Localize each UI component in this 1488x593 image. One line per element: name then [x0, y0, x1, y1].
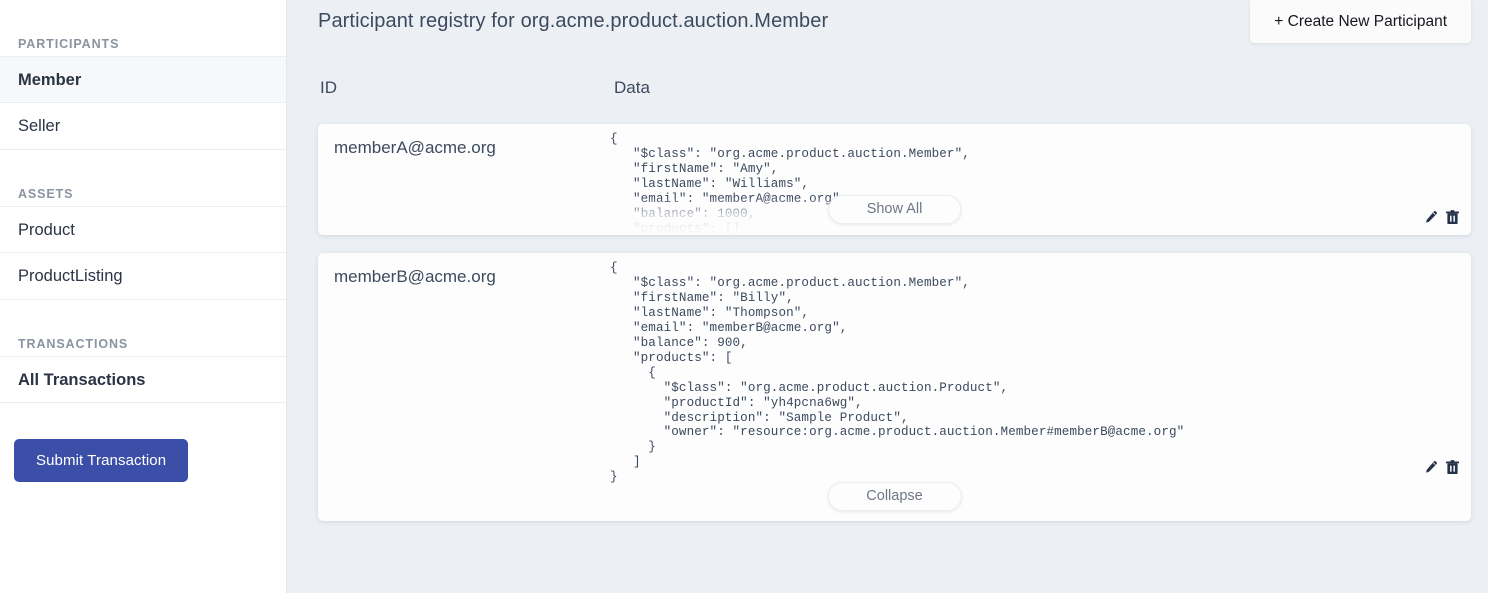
sidebar-item-all-transactions[interactable]: All Transactions — [0, 356, 286, 403]
sidebar-item-label: Seller — [18, 117, 61, 135]
row-actions-inner — [1424, 209, 1459, 225]
participant-list: memberA@acme.org { "$class": "org.acme.p… — [318, 124, 1471, 539]
table-row-inner: memberB@acme.org { "$class": "org.acme.p… — [318, 253, 1471, 485]
pencil-icon[interactable] — [1424, 209, 1438, 225]
sidebar-section-participants-title: PARTICIPANTS — [18, 37, 120, 51]
participant-id: memberB@acme.org — [334, 267, 496, 286]
participant-data-cell: { "$class": "org.acme.product.auction.Me… — [610, 253, 1399, 485]
sidebar-item-member[interactable]: Member — [0, 56, 286, 103]
row-actions-inner — [1424, 459, 1459, 475]
sidebar-item-label: ProductListing — [18, 267, 123, 285]
sidebar: PARTICIPANTS Member Seller ASSETS Produc… — [0, 0, 287, 593]
sidebar-item-label: All Transactions — [18, 371, 146, 389]
table-row: memberB@acme.org { "$class": "org.acme.p… — [318, 253, 1471, 522]
participant-data-cell: { "$class": "org.acme.product.auction.Me… — [610, 124, 1399, 235]
submit-transaction-button[interactable]: Submit Transaction — [14, 439, 189, 482]
sidebar-item-label: Product — [18, 221, 75, 239]
sidebar-section-assets-title: ASSETS — [18, 187, 74, 201]
main-content: Participant registry for org.acme.produc… — [287, 0, 1488, 593]
column-header-data: Data — [614, 78, 650, 97]
trash-icon[interactable] — [1445, 209, 1459, 225]
table-row: memberA@acme.org { "$class": "org.acme.p… — [318, 124, 1471, 235]
page-title: Participant registry for org.acme.produc… — [318, 10, 829, 32]
row-toggle-wrap: Collapse — [318, 482, 1471, 521]
sidebar-item-product[interactable]: Product — [0, 206, 286, 253]
participant-id: memberA@acme.org — [334, 138, 496, 157]
submit-transaction-wrap: Submit Transaction — [0, 403, 286, 482]
sidebar-item-label: Member — [18, 71, 82, 89]
pencil-icon[interactable] — [1424, 459, 1438, 475]
collapse-button[interactable]: Collapse — [827, 482, 962, 512]
column-header-id: ID — [320, 78, 337, 97]
row-actions — [1399, 124, 1471, 235]
table-header-row: ID Data — [318, 78, 1474, 106]
app-root: PARTICIPANTS Member Seller ASSETS Produc… — [0, 0, 1488, 593]
sidebar-item-productlisting[interactable]: ProductListing — [0, 253, 286, 300]
create-new-participant-button[interactable]: + Create New Participant — [1250, 0, 1471, 43]
participant-json: { "$class": "org.acme.product.auction.Me… — [610, 132, 970, 235]
row-actions — [1399, 253, 1471, 485]
trash-icon[interactable] — [1445, 459, 1459, 475]
participant-json: { "$class": "org.acme.product.auction.Me… — [610, 261, 1185, 485]
show-all-button[interactable]: Show All — [827, 195, 962, 224]
sidebar-section-transactions-title: TRANSACTIONS — [18, 337, 129, 351]
sidebar-item-seller[interactable]: Seller — [0, 103, 286, 150]
